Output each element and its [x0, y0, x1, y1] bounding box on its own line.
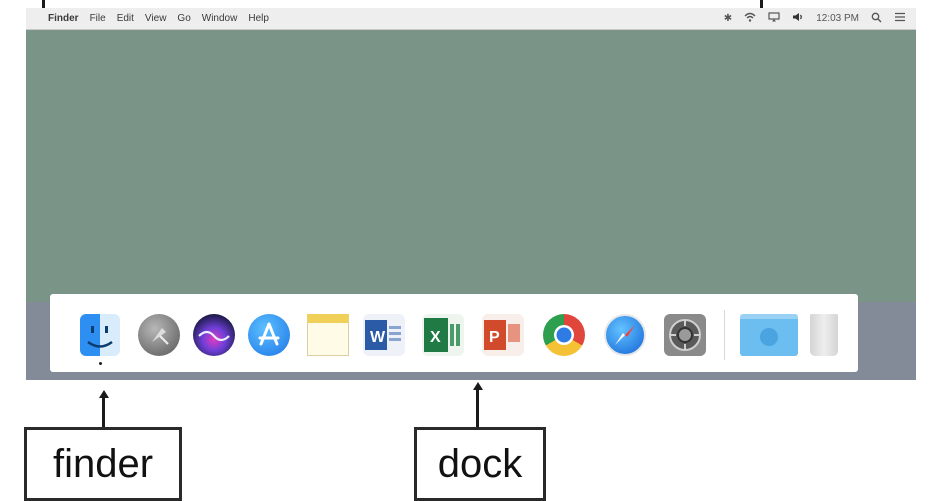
downloads-folder-icon[interactable]	[740, 314, 798, 356]
menu-help[interactable]: Help	[248, 13, 269, 24]
spotlight-icon[interactable]	[871, 12, 882, 26]
dock-pointer-line	[476, 388, 479, 428]
notification-center-icon[interactable]	[894, 12, 906, 25]
menu-view[interactable]: View	[145, 13, 167, 24]
volume-icon[interactable]	[792, 12, 804, 25]
clock[interactable]: 12:03 PM	[816, 13, 859, 24]
finder-label: finder	[24, 427, 182, 501]
dock-label: dock	[414, 427, 546, 501]
dock-divider	[724, 310, 725, 360]
dock-label-text: dock	[437, 442, 523, 486]
trash-icon[interactable]	[810, 314, 838, 356]
word-icon[interactable]: W	[363, 314, 405, 356]
menu-window[interactable]: Window	[202, 13, 238, 24]
finder-running-indicator	[99, 362, 102, 365]
svg-text:P: P	[489, 329, 500, 346]
dock: W X P	[50, 294, 858, 372]
finder-label-text: finder	[52, 442, 154, 486]
wifi-icon[interactable]	[744, 12, 756, 25]
excel-icon[interactable]: X	[422, 314, 464, 356]
svg-text:W: W	[370, 329, 386, 346]
airplay-icon[interactable]	[768, 12, 780, 25]
menu-file[interactable]: File	[90, 13, 106, 24]
menu-edit[interactable]: Edit	[117, 13, 134, 24]
chrome-icon[interactable]	[543, 314, 585, 356]
svg-text:X: X	[430, 329, 441, 346]
status-area: ✱ 12:03 PM	[724, 12, 916, 26]
siri-icon[interactable]	[193, 314, 235, 356]
menu-go[interactable]: Go	[177, 13, 190, 24]
finder-pointer-line	[102, 396, 105, 428]
menu-finder[interactable]: Finder	[48, 13, 79, 24]
safari-icon[interactable]	[604, 314, 646, 356]
powerpoint-icon[interactable]: P	[482, 314, 524, 356]
menu-bar: Finder File Edit View Go Window Help ✱ 1…	[26, 8, 916, 30]
launchpad-icon[interactable]	[138, 314, 180, 356]
app-store-icon[interactable]	[248, 314, 290, 356]
system-preferences-icon[interactable]	[664, 314, 706, 356]
finder-icon[interactable]	[80, 314, 120, 356]
bluetooth-icon[interactable]: ✱	[724, 13, 732, 24]
notes-icon[interactable]	[307, 314, 349, 356]
